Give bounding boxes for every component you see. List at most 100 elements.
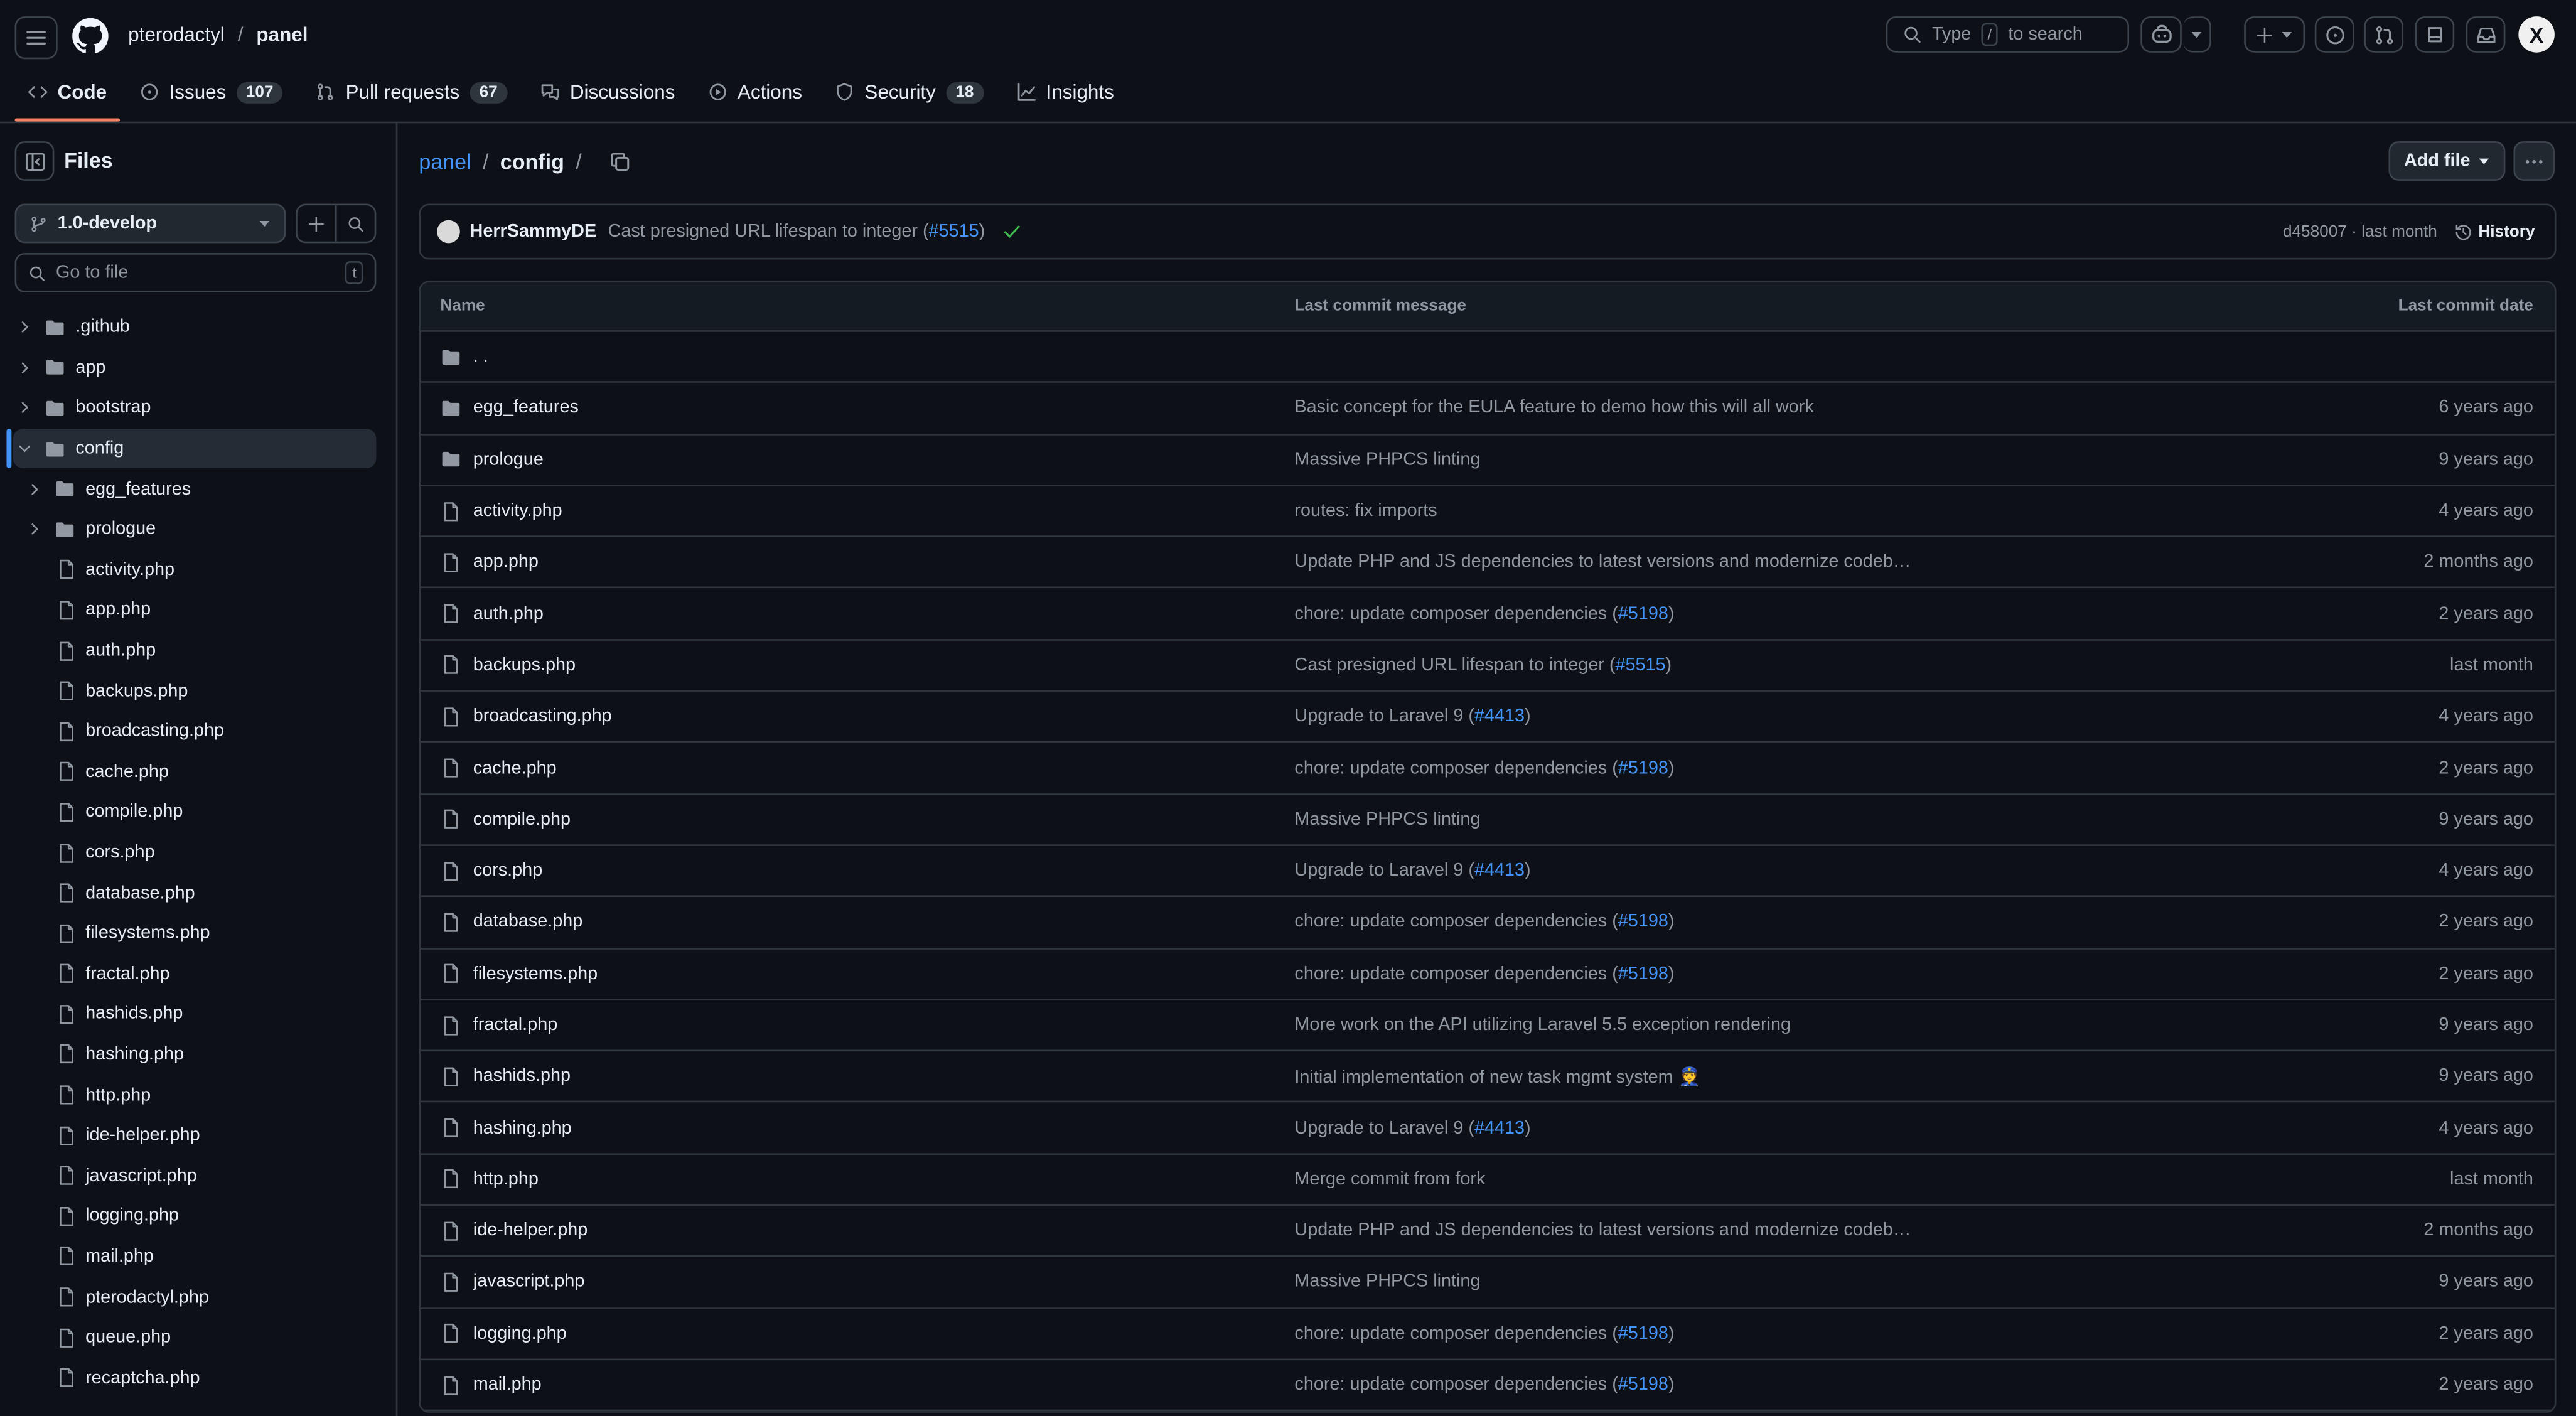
table-row[interactable]: filesystems.php chore: update composer de… (421, 949, 2555, 1000)
tree-folder-item[interactable]: .github (0, 307, 396, 347)
file-name-link[interactable]: logging.php (473, 1324, 567, 1343)
file-name-link[interactable]: javascript.php (473, 1272, 585, 1292)
table-row[interactable]: backups.php Cast presigned URL lifespan t… (421, 640, 2555, 692)
repositories-button[interactable] (2415, 16, 2455, 53)
tree-folder-item[interactable]: bootstrap (0, 388, 396, 428)
tree-file-item[interactable]: javascript.php (0, 1156, 396, 1196)
tree-folder-item[interactable]: config (6, 428, 377, 469)
tab-code[interactable]: Code (14, 72, 121, 122)
table-row[interactable]: prologue Massive PHPCS linting 9 years ago (421, 435, 2555, 486)
parent-directory-row[interactable]: . . (421, 332, 2555, 384)
table-row[interactable]: auth.php chore: update composer dependenc… (421, 589, 2555, 641)
file-name-link[interactable]: filesystems.php (473, 964, 598, 984)
search-input[interactable]: Type / to search (1886, 16, 2130, 53)
table-row[interactable]: javascript.php Massive PHPCS linting 9 yea… (421, 1257, 2555, 1309)
table-row[interactable]: broadcasting.php Upgrade to Laravel 9 (#4… (421, 692, 2555, 744)
table-row[interactable]: compile.php Massive PHPCS linting 9 years … (421, 795, 2555, 846)
issues-button[interactable] (2314, 16, 2354, 53)
commit-message-link[interactable]: Update PHP and JS dependencies to latest… (1294, 552, 1911, 572)
table-row[interactable]: activity.php routes: fix imports 4 years a… (421, 486, 2555, 538)
table-row[interactable]: database.php chore: update composer depen… (421, 898, 2555, 949)
user-avatar[interactable]: X (2518, 16, 2555, 53)
tree-file-item[interactable]: cors.php (0, 832, 396, 872)
tab-insights[interactable]: Insights (1004, 72, 1127, 112)
file-name-link[interactable]: mail.php (473, 1375, 542, 1395)
tab-discussions[interactable]: Discussions (527, 72, 689, 112)
collapse-sidebar-button[interactable] (14, 141, 55, 181)
file-name-link[interactable]: cors.php (473, 861, 542, 881)
tab-security[interactable]: Security 18 (822, 72, 997, 112)
commit-message-link[interactable]: chore: update composer dependencies (#51… (1294, 1324, 1674, 1343)
pr-link[interactable]: #5198 (1618, 604, 1668, 623)
table-row[interactable]: egg_features Basic concept for the EULA f… (421, 384, 2555, 435)
file-name-link[interactable]: backups.php (473, 655, 576, 675)
commit-message-link[interactable]: Upgrade to Laravel 9 (#4413) (1294, 707, 1530, 726)
commit-message-link[interactable]: More work on the API utilizing Laravel 5… (1294, 1015, 1791, 1034)
file-name-link[interactable]: cache.php (473, 758, 557, 778)
pr-link[interactable]: #5198 (1618, 1324, 1668, 1343)
table-row[interactable]: http.php Merge commit from fork last month (421, 1154, 2555, 1206)
tree-file-item[interactable]: hashids.php (0, 994, 396, 1034)
tree-file-item[interactable]: backups.php (0, 671, 396, 711)
commit-message-link[interactable]: Massive PHPCS linting (1294, 449, 1480, 469)
chevron-right-icon[interactable] (16, 400, 33, 416)
file-name-link[interactable]: hashids.php (473, 1066, 571, 1086)
tree-folder-item[interactable]: prologue (0, 509, 396, 549)
file-name-link[interactable]: hashing.php (473, 1118, 572, 1137)
commit-message-link[interactable]: Update PHP and JS dependencies to latest… (1294, 1221, 1911, 1240)
pr-link[interactable]: #5198 (1618, 758, 1668, 778)
commit-message[interactable]: Cast presigned URL lifespan to integer (… (608, 222, 985, 241)
tree-file-item[interactable]: database.php (0, 873, 396, 913)
file-name-link[interactable]: prologue (473, 449, 544, 469)
tree-file-item[interactable]: logging.php (0, 1196, 396, 1236)
add-file-button[interactable]: Add file (2388, 141, 2506, 181)
more-options-button[interactable] (2513, 141, 2555, 181)
tab-pull-requests[interactable]: Pull requests 67 (303, 72, 521, 112)
table-row[interactable]: logging.php chore: update composer depend… (421, 1309, 2555, 1360)
tree-file-item[interactable]: fractal.php (0, 953, 396, 994)
pull-requests-button[interactable] (2364, 16, 2404, 53)
pr-link[interactable]: #5198 (1618, 1375, 1668, 1395)
create-new-button[interactable] (2244, 16, 2305, 53)
tab-issues[interactable]: Issues 107 (127, 72, 297, 112)
pr-link[interactable]: #4413 (1474, 1118, 1525, 1137)
pr-link[interactable]: #5198 (1618, 913, 1668, 932)
table-row[interactable]: cors.php Upgrade to Laravel 9 (#4413) 4 ye… (421, 846, 2555, 898)
github-logo-icon[interactable] (72, 18, 109, 55)
search-tree-button[interactable] (335, 203, 377, 244)
pr-link[interactable]: #5198 (1618, 964, 1668, 984)
commit-author[interactable]: HerrSammyDE (470, 222, 597, 241)
tree-file-item[interactable]: broadcasting.php (0, 711, 396, 751)
file-name-link[interactable]: auth.php (473, 604, 544, 623)
menu-button[interactable] (14, 16, 58, 60)
commit-author-avatar[interactable] (437, 220, 460, 244)
commit-message-link[interactable]: Upgrade to Laravel 9 (#4413) (1294, 861, 1530, 881)
history-button[interactable]: History (2454, 223, 2535, 240)
tab-actions[interactable]: Actions (695, 72, 815, 112)
tree-file-item[interactable]: pterodactyl.php (0, 1277, 396, 1317)
file-name-link[interactable]: ide-helper.php (473, 1221, 588, 1240)
tree-file-item[interactable]: recaptcha.php (0, 1358, 396, 1398)
commit-message-link[interactable]: Massive PHPCS linting (1294, 1272, 1480, 1292)
file-name-link[interactable]: database.php (473, 913, 583, 932)
pr-link[interactable]: #4413 (1474, 861, 1525, 881)
tree-file-item[interactable]: filesystems.php (0, 913, 396, 953)
commit-message-link[interactable]: Basic concept for the EULA feature to de… (1294, 399, 1813, 418)
commit-message-link[interactable]: chore: update composer dependencies (#51… (1294, 604, 1674, 623)
commit-sha[interactable]: d458007 (2283, 223, 2347, 241)
repo-link[interactable]: panel (256, 23, 308, 46)
commit-message-link[interactable]: Initial implementation of new task mgmt … (1294, 1066, 1700, 1087)
chevron-right-icon[interactable] (16, 360, 33, 376)
tree-folder-item[interactable]: app (0, 348, 396, 388)
table-row[interactable]: hashing.php Upgrade to Laravel 9 (#4413) 4… (421, 1103, 2555, 1155)
pr-link[interactable]: #4413 (1474, 707, 1525, 726)
tree-file-item[interactable]: cache.php (0, 751, 396, 791)
table-row[interactable]: hashids.php Initial implementation of new… (421, 1051, 2555, 1103)
copilot-button[interactable] (2140, 16, 2182, 53)
owner-link[interactable]: pterodactyl (128, 23, 225, 46)
tree-file-item[interactable]: queue.php (0, 1317, 396, 1358)
pr-link[interactable]: #5515 (1615, 655, 1665, 675)
chevron-right-icon[interactable] (26, 521, 43, 537)
commit-message-link[interactable]: routes: fix imports (1294, 501, 1437, 520)
inbox-button[interactable] (2466, 16, 2506, 53)
